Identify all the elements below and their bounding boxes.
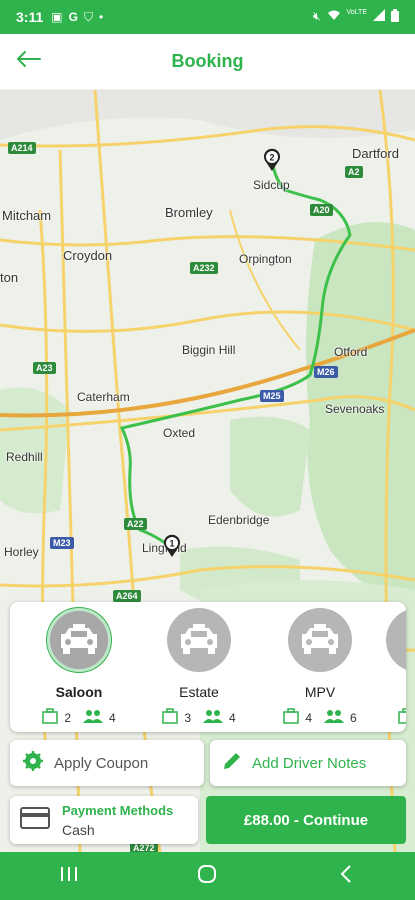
vehicle-selector: Saloon 2 4 Estate 3 4 MPV 4 6 — [10, 602, 406, 732]
passengers-icon — [83, 709, 103, 726]
map-label-edenbridge: Edenbridge — [208, 513, 270, 527]
battery-icon — [391, 9, 399, 25]
vehicle-option-saloon[interactable]: Saloon 2 4 — [24, 608, 134, 732]
system-back-button[interactable] — [316, 856, 376, 896]
luggage-count: 2 — [64, 710, 71, 725]
continue-button[interactable]: £88.00 - Continue — [206, 796, 406, 844]
road-a232: A232 — [190, 262, 218, 274]
map-label-orpington: Orpington — [239, 252, 292, 266]
map-label-caterham: Caterham — [77, 390, 130, 404]
road-m23: M23 — [50, 537, 74, 549]
luggage-icon — [398, 708, 406, 727]
route-map[interactable]: Dartford Mitcham Bromley Sidcup Croydon … — [0, 90, 415, 852]
image-icon: ▣ — [51, 9, 63, 24]
road-a23: A23 — [33, 362, 56, 374]
status-left-icons: ▣ G ⛉ • — [51, 10, 103, 25]
car-icon — [167, 608, 231, 672]
map-label-sevenoaks: Sevenoaks — [325, 402, 385, 416]
passengers-icon — [324, 709, 344, 726]
dropoff-marker-number: 2 — [269, 153, 274, 163]
payment-method-value: Cash — [62, 821, 95, 838]
recent-apps-button[interactable] — [39, 856, 99, 896]
map-label-horley: Horley — [4, 545, 39, 559]
payment-texts: Payment Methods Cash — [62, 803, 173, 838]
volte-icon: VoLTE — [346, 9, 368, 16]
luggage-count: 4 — [305, 710, 312, 725]
vehicle-capacity — [386, 708, 406, 727]
home-icon — [197, 864, 217, 889]
road-a22: A22 — [124, 518, 147, 530]
luggage-count: 3 — [184, 710, 191, 725]
map-label-biggin-hill: Biggin Hill — [182, 343, 236, 357]
vehicle-name: Estate — [179, 684, 219, 700]
home-button[interactable] — [177, 856, 237, 896]
car-icon — [288, 608, 352, 672]
map-label-ton: ton — [0, 270, 19, 285]
back-button[interactable] — [0, 34, 56, 90]
status-time: 3:11 — [16, 9, 44, 25]
wifi-icon — [327, 9, 341, 25]
car-icon — [47, 608, 111, 672]
dropoff-marker[interactable]: 2 — [263, 148, 281, 172]
car-icon — [386, 608, 406, 672]
vehicle-name: Saloon — [55, 684, 103, 700]
passenger-count: 4 — [229, 710, 236, 725]
road-a20: A20 — [310, 204, 333, 216]
road-m26: M26 — [314, 366, 338, 378]
vehicle-capacity: 3 4 — [144, 708, 254, 727]
map-label-redhill: Redhill — [6, 450, 43, 464]
apply-coupon-button[interactable]: Apply Coupon — [10, 740, 204, 786]
shopping-bag-icon: ⛉ — [83, 9, 93, 24]
vehicle-option-partial[interactable]: E — [386, 608, 406, 732]
dot-icon: • — [98, 9, 104, 24]
map-label-mitcham: Mitcham — [2, 208, 52, 223]
road-a264: A264 — [113, 590, 141, 602]
vehicle-option-mpv[interactable]: MPV 4 6 — [265, 608, 375, 732]
add-driver-notes-label: Add Driver Notes — [252, 754, 367, 772]
vehicle-name: MPV — [304, 684, 336, 700]
signal-icon — [373, 9, 385, 25]
road-a214: A214 — [8, 142, 36, 154]
map-label-oxted: Oxted — [163, 426, 196, 440]
passengers-icon — [203, 709, 223, 726]
status-right-icons: 🔇︎ VoLTE — [313, 9, 399, 25]
vehicle-name: E — [386, 684, 406, 700]
vehicle-capacity: 2 4 — [24, 708, 134, 727]
map-label-sidcup: Sidcup — [253, 178, 290, 192]
system-nav-bar — [0, 852, 415, 900]
vehicle-capacity: 4 6 — [265, 708, 375, 727]
road-m25: M25 — [260, 390, 284, 402]
coupon-gear-icon — [22, 750, 44, 777]
passenger-count: 6 — [350, 710, 357, 725]
pickup-marker-number: 1 — [169, 539, 174, 549]
app-header: Booking — [0, 34, 415, 90]
payment-methods-button[interactable]: Payment Methods Cash — [10, 796, 198, 844]
payment-methods-title: Payment Methods — [62, 802, 174, 818]
add-driver-notes-button[interactable]: Add Driver Notes — [210, 740, 406, 786]
luggage-icon — [42, 708, 59, 727]
page-title: Booking — [171, 51, 244, 71]
passenger-count: 4 — [109, 710, 116, 725]
road-a2: A2 — [345, 166, 363, 178]
map-label-bromley: Bromley — [165, 205, 213, 220]
arrow-left-icon — [15, 50, 41, 73]
apply-coupon-label: Apply Coupon — [54, 754, 149, 772]
mute-icon: 🔇︎ — [312, 9, 321, 23]
chevron-left-icon — [340, 864, 352, 888]
map-label-dartford: Dartford — [352, 146, 399, 161]
credit-card-icon — [20, 806, 50, 835]
g-icon: G — [68, 9, 78, 24]
recent-apps-icon — [60, 866, 78, 887]
map-label-otford: Otford — [334, 345, 368, 359]
status-bar: 3:11 ▣ G ⛉ • 🔇︎ VoLTE — [0, 0, 415, 34]
vehicle-option-estate[interactable]: Estate 3 4 — [144, 608, 254, 732]
pencil-icon — [222, 751, 242, 776]
pickup-marker[interactable]: 1 — [163, 534, 181, 558]
map-label-croydon: Croydon — [63, 248, 113, 263]
luggage-icon — [162, 708, 179, 727]
luggage-icon — [283, 708, 300, 727]
